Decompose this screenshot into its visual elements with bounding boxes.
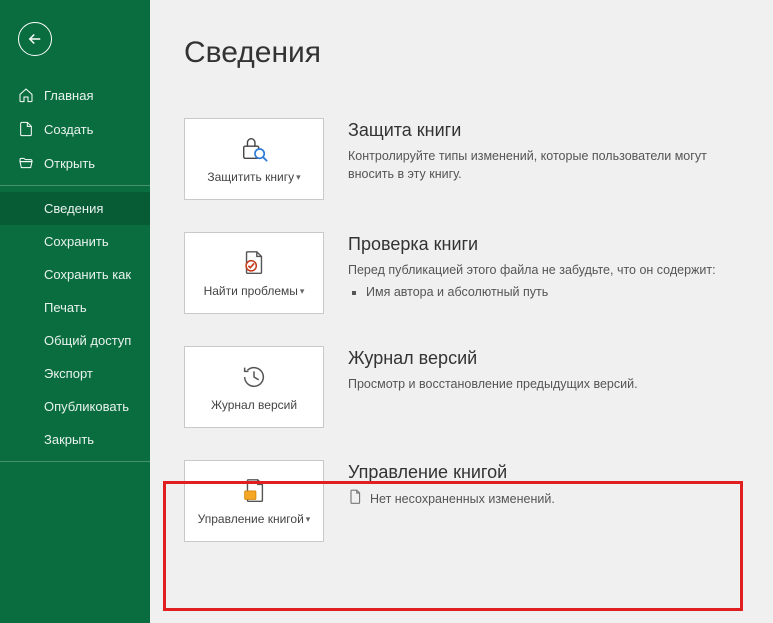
section-manage: Управление книгой▾ Управление книгой Нет… — [184, 460, 743, 542]
manage-info-line: Нет несохраненных изменений. — [348, 489, 743, 508]
nav-publish[interactable]: Опубликовать — [0, 390, 150, 423]
page-title: Сведения — [184, 36, 743, 70]
file-small-icon — [348, 489, 362, 508]
nav-label: Опубликовать — [44, 399, 129, 414]
home-icon — [18, 87, 34, 103]
nav-label: Создать — [44, 122, 93, 137]
nav-label: Сведения — [44, 201, 103, 216]
nav-close[interactable]: Закрыть — [0, 423, 150, 462]
nav-label: Закрыть — [44, 432, 94, 447]
section-inspect: Найти проблемы▾ Проверка книги Перед пуб… — [184, 232, 743, 314]
section-history: Журнал версий Журнал версий Просмотр и в… — [184, 346, 743, 428]
file-manage-icon — [239, 476, 269, 506]
file-check-icon — [239, 248, 269, 278]
nav-label: Общий доступ — [44, 333, 131, 348]
nav-label: Печать — [44, 300, 87, 315]
tile-label: Управление книгой▾ — [198, 512, 311, 528]
section-title: Управление книгой — [348, 462, 743, 483]
chevron-down-icon: ▾ — [300, 286, 305, 296]
protect-workbook-button[interactable]: Защитить книгу▾ — [184, 118, 324, 200]
nav-label: Главная — [44, 88, 93, 103]
lock-search-icon — [239, 134, 269, 164]
arrow-left-icon — [26, 30, 44, 48]
nav-label: Открыть — [44, 156, 95, 171]
back-button[interactable] — [18, 22, 52, 56]
tile-label: Защитить книгу▾ — [207, 170, 300, 186]
inspect-bullets: Имя автора и абсолютный путь — [348, 285, 743, 299]
backstage-sidebar: Главная Создать Открыть Сведения Сохрани… — [0, 0, 150, 623]
nav-new[interactable]: Создать — [0, 112, 150, 146]
version-history-button[interactable]: Журнал версий — [184, 346, 324, 428]
nav-save-as[interactable]: Сохранить как — [0, 258, 150, 291]
nav-info[interactable]: Сведения — [0, 192, 150, 225]
bullet-item: Имя автора и абсолютный путь — [366, 285, 743, 299]
open-folder-icon — [18, 155, 34, 171]
tile-label: Найти проблемы▾ — [204, 284, 305, 300]
section-desc: Перед публикацией этого файла не забудьт… — [348, 261, 743, 279]
check-issues-button[interactable]: Найти проблемы▾ — [184, 232, 324, 314]
nav-save[interactable]: Сохранить — [0, 225, 150, 258]
nav-label: Сохранить как — [44, 267, 131, 282]
chevron-down-icon: ▾ — [296, 172, 301, 182]
nav-label: Сохранить — [44, 234, 109, 249]
section-title: Проверка книги — [348, 234, 743, 255]
nav-home[interactable]: Главная — [0, 78, 150, 112]
history-icon — [239, 362, 269, 392]
manage-status-text: Нет несохраненных изменений. — [370, 492, 555, 506]
nav-print[interactable]: Печать — [0, 291, 150, 324]
nav-share[interactable]: Общий доступ — [0, 324, 150, 357]
chevron-down-icon: ▾ — [306, 514, 311, 524]
section-title: Журнал версий — [348, 348, 743, 369]
tile-label: Журнал версий — [211, 398, 297, 414]
nav-open[interactable]: Открыть — [0, 146, 150, 186]
section-title: Защита книги — [348, 120, 743, 141]
backstage-main: Сведения Защитить книгу▾ Защита книги Ко… — [150, 0, 773, 623]
section-desc: Просмотр и восстановление предыдущих вер… — [348, 375, 743, 393]
manage-workbook-button[interactable]: Управление книгой▾ — [184, 460, 324, 542]
section-protect: Защитить книгу▾ Защита книги Контролируй… — [184, 118, 743, 200]
nav-export[interactable]: Экспорт — [0, 357, 150, 390]
section-desc: Контролируйте типы изменений, которые по… — [348, 147, 743, 183]
new-file-icon — [18, 121, 34, 137]
nav-label: Экспорт — [44, 366, 93, 381]
